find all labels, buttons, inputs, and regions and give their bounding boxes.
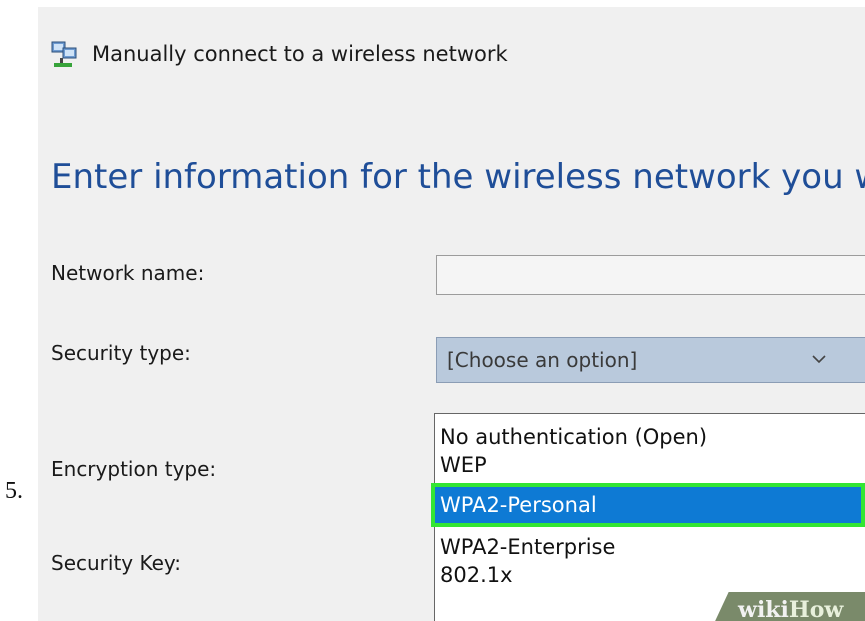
network-name-input[interactable] (436, 255, 865, 295)
watermark: wikiHow (738, 597, 844, 621)
instruction-heading: Enter information for the wireless netwo… (51, 157, 865, 197)
option-802-1x[interactable]: 802.1x (435, 562, 865, 588)
network-icon (51, 41, 77, 67)
wireless-dialog: Manually connect to a wireless network E… (38, 7, 865, 621)
security-type-label: Security type: (51, 341, 191, 365)
chevron-down-icon (812, 355, 826, 364)
option-wpa2-enterprise[interactable]: WPA2-Enterprise (435, 534, 865, 560)
security-type-dropdown-list: No authentication (Open) WEP WPA2-Person… (434, 413, 865, 621)
security-key-label: Security Key: (51, 551, 182, 575)
step-number: 5. (5, 478, 23, 504)
encryption-type-label: Encryption type: (51, 457, 217, 481)
security-type-value: [Choose an option] (447, 348, 638, 372)
option-wpa2-personal[interactable]: WPA2-Personal (435, 486, 865, 524)
security-type-select[interactable]: [Choose an option] (436, 337, 865, 383)
window-title: Manually connect to a wireless network (92, 42, 508, 66)
option-wep[interactable]: WEP (435, 452, 865, 478)
title-bar: Manually connect to a wireless network (50, 39, 508, 69)
network-name-label: Network name: (51, 261, 205, 285)
option-no-authentication[interactable]: No authentication (Open) (435, 424, 865, 450)
